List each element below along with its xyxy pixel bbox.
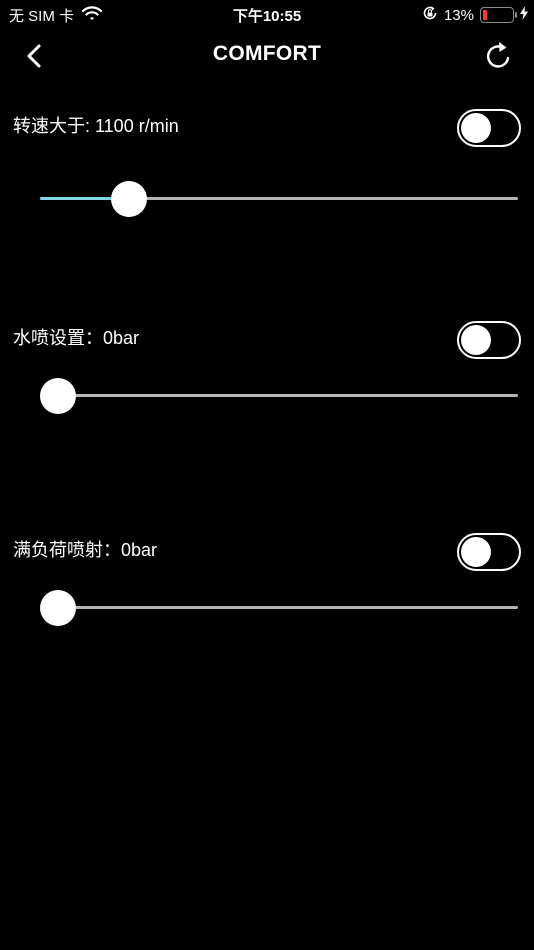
- refresh-icon: [486, 42, 510, 68]
- slider-thumb[interactable]: [40, 378, 76, 414]
- status-bar: 无 SIM 卡 下午10:55 13%: [0, 0, 534, 28]
- slider-track: [40, 606, 518, 609]
- toggle-water-spray[interactable]: [457, 321, 521, 359]
- toggle-knob: [461, 113, 491, 143]
- setting-label-rpm: 转速大于: 1100 r/min: [13, 116, 179, 136]
- rotation-lock-icon: [422, 5, 438, 25]
- slider-water-spray[interactable]: [40, 378, 518, 414]
- slider-track: [40, 394, 518, 397]
- battery-level: [483, 10, 487, 20]
- toggle-knob: [461, 537, 491, 567]
- toggle-knob: [461, 325, 491, 355]
- app-screen: 无 SIM 卡 下午10:55 13% COMFORT 转速大于: 1100 r…: [0, 0, 534, 950]
- nav-bar: COMFORT: [0, 28, 534, 84]
- charging-bolt-icon: [520, 6, 528, 24]
- slider-full-load-spray[interactable]: [40, 590, 518, 626]
- page-title: COMFORT: [212, 42, 322, 65]
- toggle-full-load-spray[interactable]: [457, 533, 521, 571]
- battery-icon: [480, 7, 517, 23]
- battery-percent: 13%: [443, 6, 474, 24]
- slider-rpm[interactable]: [40, 181, 518, 217]
- slider-thumb[interactable]: [110, 181, 147, 217]
- status-right: 13%: [422, 5, 528, 25]
- toggle-rpm[interactable]: [457, 109, 521, 147]
- slider-thumb[interactable]: [40, 590, 76, 626]
- setting-label-full-load-spray: 满负荷喷射：0bar: [13, 540, 158, 560]
- refresh-button[interactable]: [482, 40, 514, 72]
- setting-label-water-spray: 水喷设置：0bar: [13, 328, 140, 348]
